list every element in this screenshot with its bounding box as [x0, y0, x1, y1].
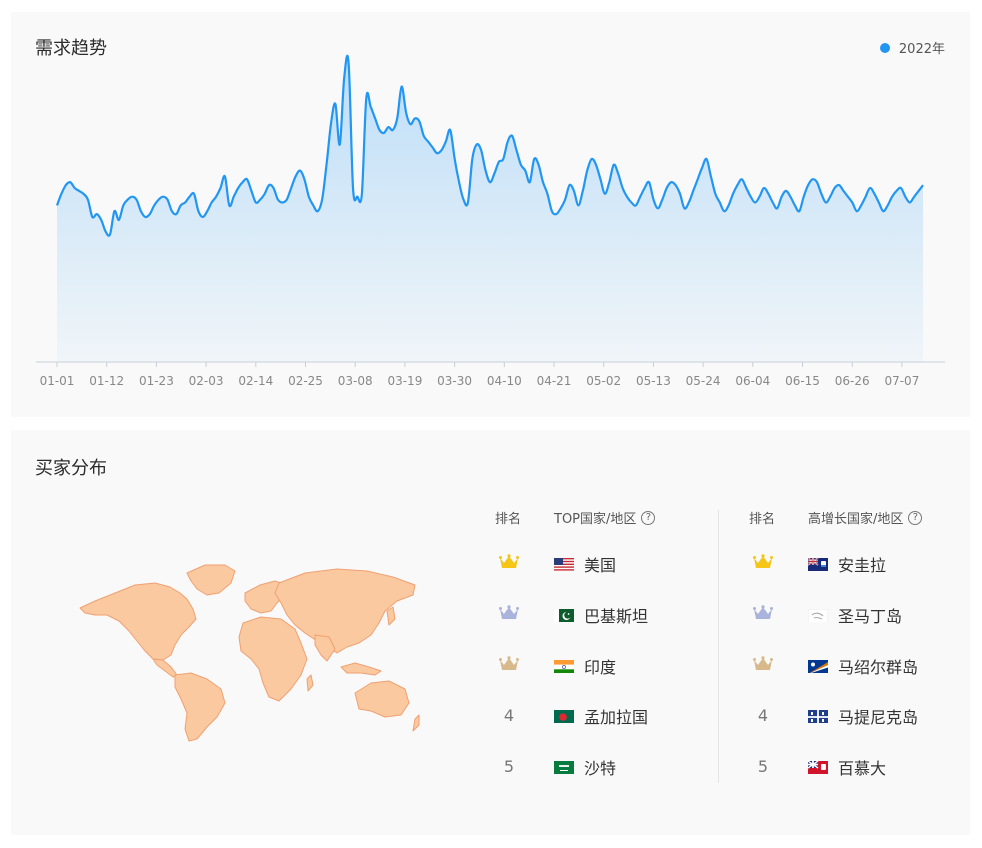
- right-country-header: 高增长国家/地区 ?: [808, 508, 923, 527]
- country-row: 马提尼克岛: [808, 704, 918, 728]
- country-row: 安圭拉: [808, 552, 886, 576]
- map-south-america: [174, 672, 226, 742]
- country-row: 百慕大: [808, 755, 886, 779]
- x-tick-label: 01-23: [139, 374, 174, 388]
- country-name: 沙特: [584, 759, 617, 778]
- crown-gold-icon: [491, 554, 527, 574]
- x-tick-label: 01-01: [40, 374, 75, 388]
- map-africa: [238, 616, 308, 702]
- help-icon[interactable]: ?: [641, 510, 656, 525]
- x-tick-label: 07-07: [884, 374, 919, 388]
- crown-gold-icon: [745, 554, 781, 574]
- country-name: 百慕大: [838, 759, 887, 778]
- map-madagascar: [306, 674, 314, 692]
- map-australia: [354, 680, 410, 718]
- top-country-header-label: TOP国家/地区: [554, 512, 637, 527]
- help-icon[interactable]: ?: [908, 510, 923, 525]
- right-rank-header: 排名: [749, 512, 776, 527]
- world-map: [79, 564, 420, 742]
- country-name: 巴基斯坦: [584, 607, 649, 626]
- flag-in-icon: [554, 659, 574, 673]
- flag-ai-icon: [808, 557, 828, 571]
- crown-silver-icon: [745, 605, 781, 625]
- flag-pk-icon: [554, 608, 574, 622]
- country-name: 马提尼克岛: [838, 708, 919, 727]
- x-tick-label: 05-13: [636, 374, 671, 388]
- trend-area-fill: [57, 55, 923, 363]
- left-rank-header: 排名: [495, 512, 522, 527]
- left-country-header: TOP国家/地区 ?: [554, 508, 656, 527]
- country-name: 圣马丁岛: [838, 607, 903, 626]
- country-name: 孟加拉国: [584, 708, 649, 727]
- map-greenland: [186, 564, 236, 596]
- country-name: 安圭拉: [838, 556, 887, 575]
- map-indonesia: [340, 662, 382, 676]
- rank-number: 5: [503, 757, 515, 776]
- x-tick-label: 04-10: [487, 374, 522, 388]
- map-japan: [386, 606, 396, 626]
- table-divider: [718, 510, 719, 783]
- country-name: 美国: [584, 556, 617, 575]
- rank-number: 4: [757, 706, 769, 725]
- x-tick-label: 02-14: [238, 374, 273, 388]
- x-tick-label: 05-02: [586, 374, 621, 388]
- flag-bd-icon: [554, 709, 574, 723]
- country-row: 孟加拉国: [554, 704, 648, 728]
- crown-bronze-icon: [491, 656, 527, 676]
- rank-number: 5: [757, 757, 769, 776]
- x-tick-label: 02-25: [288, 374, 323, 388]
- country-name: 马绍尔群岛: [838, 658, 919, 677]
- country-row: 沙特: [554, 755, 616, 779]
- country-row: 印度: [554, 654, 616, 678]
- x-tick-label: 06-04: [735, 374, 770, 388]
- map-new-zealand: [412, 714, 420, 732]
- flag-mh-icon: [808, 659, 828, 673]
- country-row: 圣马丁岛: [808, 603, 902, 627]
- x-tick-label: 03-08: [338, 374, 373, 388]
- crown-bronze-icon: [745, 656, 781, 676]
- demand-trend-panel: 需求趋势 2022年 01-01 01-12 01-23 02-03 02-14 02-2…: [11, 12, 970, 417]
- map-central-america: [152, 658, 178, 678]
- country-row: 美国: [554, 552, 616, 576]
- country-name: 印度: [584, 658, 617, 677]
- crown-silver-icon: [491, 605, 527, 625]
- flag-sa-icon: [554, 760, 574, 774]
- x-tick-label: 03-19: [387, 374, 422, 388]
- map-north-america: [79, 582, 197, 661]
- x-tick-label: 04-21: [537, 374, 572, 388]
- buyer-title: 买家分布: [35, 458, 107, 479]
- rank-number: 4: [503, 706, 515, 725]
- flag-us-icon: [554, 557, 574, 571]
- x-tick-label: 05-24: [686, 374, 721, 388]
- x-tick-label: 03-30: [437, 374, 472, 388]
- x-tick-label: 06-15: [785, 374, 820, 388]
- x-tick-label: 02-03: [189, 374, 224, 388]
- trend-chart: 01-01 01-12 01-23 02-03 02-14 02-25 03-08 03-19…: [36, 54, 945, 388]
- buyer-distribution-panel: 买家分布 排名 TOP国家/地区 ? 排名 高增长国家/地区 ? 美国 巴基斯坦…: [11, 430, 970, 835]
- high-growth-header-label: 高增长国家/地区: [808, 512, 904, 527]
- x-tick-label: 01-12: [89, 374, 124, 388]
- country-row: 巴基斯坦: [554, 603, 648, 627]
- country-row: 马绍尔群岛: [808, 654, 918, 678]
- flag-mf-icon: [808, 608, 828, 622]
- flag-mq-icon: [808, 709, 828, 723]
- x-tick-label: 06-26: [835, 374, 870, 388]
- flag-bm-icon: [808, 760, 828, 774]
